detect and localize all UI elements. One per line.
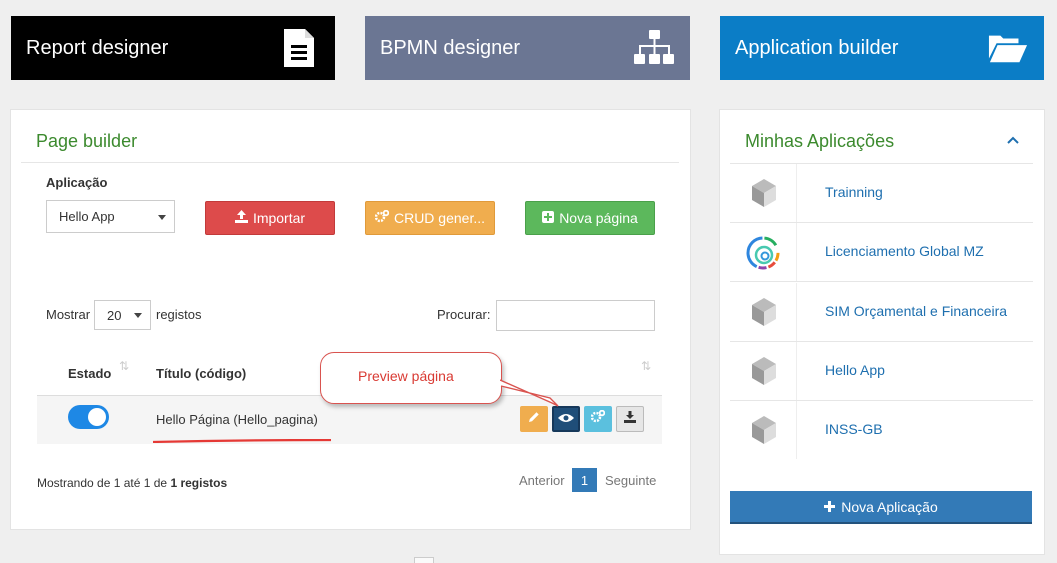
callout-text: Preview página	[358, 368, 454, 384]
download-icon	[624, 410, 636, 428]
cube-icon	[747, 413, 781, 447]
aplicacao-select[interactable]: Hello App	[46, 200, 175, 233]
table-info-prefix: Mostrando de 1 até 1 de	[37, 476, 171, 490]
cube-icon	[747, 354, 781, 388]
bpmn-designer-label: BPMN designer	[380, 36, 521, 59]
row-divider	[796, 223, 797, 281]
preview-button[interactable]	[552, 406, 580, 432]
app-item-name: Hello App	[825, 362, 885, 378]
row-divider	[796, 401, 797, 459]
application-builder-label: Application builder	[735, 36, 899, 59]
cogs-icon	[590, 409, 606, 428]
scroll-top-button[interactable]	[414, 557, 434, 563]
nova-aplicacao-button[interactable]: Nova Aplicação	[730, 491, 1032, 524]
plus-square-icon	[542, 210, 555, 226]
plus-icon	[824, 499, 836, 515]
app-item-name: Licenciamento Global MZ	[825, 243, 984, 259]
app-item-inss-gb[interactable]: INSS-GB	[730, 401, 1033, 460]
bpmn-designer-tile[interactable]: BPMN designer	[365, 16, 690, 80]
folder-open-icon	[988, 28, 1028, 68]
app-item-name: Trainning	[825, 184, 883, 200]
report-designer-tile[interactable]: Report designer	[11, 16, 335, 80]
pagination-previous[interactable]: Anterior	[519, 473, 565, 488]
nova-aplicacao-label: Nova Aplicação	[841, 498, 938, 515]
row-divider	[796, 283, 797, 341]
importar-button[interactable]: Importar	[205, 201, 335, 235]
preview-callout: Preview página	[320, 352, 502, 404]
pagination-page-1[interactable]: 1	[572, 468, 597, 492]
estado-column-header[interactable]: Estado	[68, 366, 111, 381]
aplicacao-select-value: Hello App	[59, 209, 115, 224]
toggle-knob	[88, 408, 106, 426]
row-divider	[796, 164, 797, 222]
mostrar-label: Mostrar	[46, 307, 91, 322]
row-divider	[796, 342, 797, 400]
importar-label: Importar	[252, 210, 306, 226]
app-item-hello-app[interactable]: Hello App	[730, 342, 1033, 401]
search-input[interactable]	[496, 300, 655, 331]
page-builder-title: Page builder	[36, 131, 138, 151]
cube-icon	[747, 176, 781, 210]
chevron-down-icon	[134, 313, 142, 318]
app-item-licenciamento[interactable]: Licenciamento Global MZ	[730, 223, 1033, 282]
pagination-next[interactable]: Seguinte	[605, 473, 656, 488]
table-info-count: 1 registos	[170, 476, 228, 490]
estado-toggle[interactable]	[68, 405, 109, 429]
app-item-name: SIM Orçamental e Financeira	[825, 303, 1008, 319]
row-title: Hello Página (Hello_pagina)	[156, 412, 318, 427]
nova-pagina-button[interactable]: Nova página	[525, 201, 655, 235]
panel-divider	[21, 162, 679, 163]
registos-label: registos	[156, 307, 202, 322]
cogs-icon	[374, 209, 390, 226]
callout-arrow	[499, 378, 560, 408]
app-item-sim[interactable]: SIM Orçamental e Financeira	[730, 283, 1033, 342]
sitemap-icon	[634, 28, 674, 68]
upload-icon	[234, 210, 248, 226]
procurar-label: Procurar:	[437, 307, 491, 322]
chevron-down-icon	[158, 214, 166, 220]
pencil-icon	[528, 410, 540, 428]
chevron-up-icon[interactable]	[1006, 134, 1020, 148]
spiral-logo-icon	[744, 234, 782, 272]
application-builder-tile[interactable]: Application builder	[720, 16, 1044, 80]
page-size-value: 20	[107, 307, 122, 323]
crud-label: CRUD gener...	[393, 210, 486, 226]
sort-icon[interactable]: ⇅	[119, 359, 129, 373]
table-info: Mostrando de 1 até 1 de 1 registos	[37, 476, 227, 490]
document-icon	[279, 28, 319, 68]
aplicacao-label: Aplicação	[46, 175, 108, 190]
crud-generator-button[interactable]: CRUD gener...	[365, 201, 495, 235]
generate-button[interactable]	[584, 406, 612, 432]
report-designer-label: Report designer	[26, 36, 169, 59]
titulo-column-header[interactable]: Título (código)	[156, 366, 246, 381]
page-size-select[interactable]: 20	[94, 300, 151, 330]
annotation-underline	[152, 430, 332, 444]
app-item-trainning[interactable]: Trainning	[730, 164, 1033, 223]
cube-icon	[747, 295, 781, 329]
download-button[interactable]	[616, 406, 644, 432]
nova-pagina-label: Nova página	[559, 210, 638, 226]
sort-icon[interactable]: ⇅	[641, 359, 651, 373]
app-item-name: INSS-GB	[825, 421, 883, 437]
edit-button[interactable]	[520, 406, 548, 432]
minhas-aplicacoes-title: Minhas Aplicações	[745, 131, 895, 151]
eye-icon	[558, 410, 574, 428]
